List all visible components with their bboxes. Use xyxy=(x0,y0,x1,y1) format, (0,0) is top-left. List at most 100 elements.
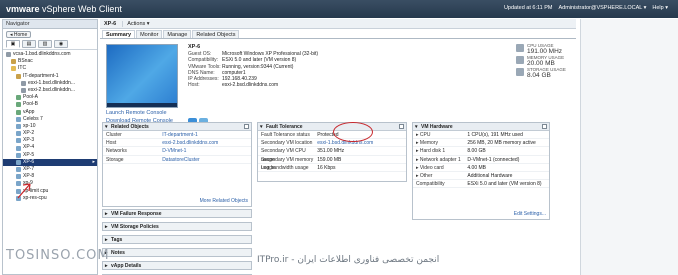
help-menu[interactable]: Help ▾ xyxy=(652,5,668,11)
annotation-circle xyxy=(333,122,373,142)
host-icon xyxy=(21,88,26,94)
tree-item-label: IT-department-1 xyxy=(23,72,59,79)
tab-monitor[interactable]: Monitor xyxy=(136,30,163,38)
property-value: Additional Hardware xyxy=(467,172,513,179)
tab-related-objects[interactable]: Related Objects xyxy=(192,30,240,38)
navigator-tab[interactable]: ▤ xyxy=(22,40,36,48)
property-key: Storage xyxy=(106,156,124,163)
vm-icon xyxy=(16,116,21,122)
navigator-title: Navigator xyxy=(3,20,97,29)
home-button[interactable]: ◂ Home xyxy=(6,30,32,38)
property-key: ▸ Hard disk 1 xyxy=(416,148,446,155)
property-row: ▸ Other Additional Hardware xyxy=(413,172,549,181)
property-value: D-VMnet-1 (connected) xyxy=(467,156,520,163)
fault-tolerance-title[interactable]: Fault Tolerance xyxy=(258,123,406,131)
tree-item-label: vApp xyxy=(23,108,35,115)
watermark-left: TOSINSO.COM xyxy=(6,248,110,263)
tree-item[interactable]: vApp xyxy=(3,109,97,116)
user-menu[interactable]: Administrator@VSPHERE.LOCAL ▾ xyxy=(558,5,646,11)
related-objects-title[interactable]: Related Objects xyxy=(103,123,251,131)
property-value[interactable]: D-VMnet-1 xyxy=(162,147,251,154)
property-value[interactable]: DatastoreCluster xyxy=(162,156,251,163)
brand-logo: vmware vSphere Web Client xyxy=(6,4,122,14)
vm-hardware-panel: VM Hardware ▸ CPU1 CPU(s), 191 MHz used▸… xyxy=(412,122,550,220)
usage-meters: CPU USAGE 191.00 MHz MEMORY USAGE 20.00 MB S… xyxy=(516,43,576,79)
property-value: ESXi 5.0 and later (VM version 8) xyxy=(467,181,542,188)
console-thumbnail[interactable] xyxy=(106,44,178,108)
tree-item-label: xp-10 xyxy=(23,122,36,129)
edit-settings-link[interactable]: Edit Settings... xyxy=(514,211,546,217)
tab-summary[interactable]: Summary xyxy=(102,30,136,38)
vsphere-web-client: vmware vSphere Web Client Updated at 6:1… xyxy=(0,0,678,275)
property-row: ▸ CPU 1 CPU(s), 191 MHz used xyxy=(413,131,549,140)
info-value: esxi-2.bsd.dlinkddns.com xyxy=(222,82,279,89)
tree-item[interactable]: IT-department-1 xyxy=(3,73,97,80)
property-row: Secondary VM CPU usage 351.00 MHz xyxy=(258,147,406,163)
property-key: ▸ CPU xyxy=(416,132,431,138)
vm-icon xyxy=(16,123,21,129)
more-related-objects-link[interactable]: More Related Objects xyxy=(200,198,248,204)
tree-item[interactable]: XP-6 ▸ xyxy=(3,158,97,166)
tree-item-label: esxi-1.bsd.dlinkddn... xyxy=(28,79,75,86)
usage-value: 8.04 GB xyxy=(527,72,551,79)
launch-console-link[interactable]: Launch Remote Console xyxy=(106,110,167,116)
tree-item[interactable]: Pool-B xyxy=(3,101,97,108)
property-value[interactable]: IT-department-1 xyxy=(162,131,251,138)
cluster-icon xyxy=(16,73,21,79)
property-value: 256 MB, 20 MB memory active xyxy=(467,140,536,147)
expand-icon[interactable] xyxy=(542,124,547,129)
expand-icon[interactable] xyxy=(399,124,404,129)
property-key: Secondary VM memory usage xyxy=(261,156,314,171)
tree-item-label: XP-4 xyxy=(23,144,35,151)
vm-icon xyxy=(16,159,21,165)
tree-item[interactable]: XP-3 xyxy=(3,137,97,144)
tree-item[interactable]: Celebs 7 xyxy=(3,116,97,123)
collapsed-panel[interactable]: VM Failure Response xyxy=(102,209,252,219)
tree-item[interactable]: esxi-1.bsd.dlinkddn... xyxy=(3,80,97,87)
tree-item[interactable]: vcsa-1.bsd.dlinkddns.com xyxy=(3,51,97,58)
property-value[interactable]: esxi-2.bsd.dlinkddns.com xyxy=(162,139,251,146)
property-key: Secondary VM location xyxy=(261,140,313,147)
navigator-tab[interactable]: ▣ xyxy=(6,40,20,48)
meter-icon xyxy=(516,56,524,64)
tree-item[interactable]: XP-2 xyxy=(3,130,97,137)
property-value: 4.00 MB xyxy=(467,164,487,171)
pool-icon xyxy=(16,109,21,115)
vm-name: XP-6 xyxy=(188,44,201,50)
usage-value: 20.00 MB xyxy=(527,60,555,67)
meter-icon xyxy=(516,44,524,52)
tree-item-label: Pool-B xyxy=(23,101,39,108)
property-key: Compatibility xyxy=(416,181,445,188)
tree-item[interactable]: ITC xyxy=(3,65,97,72)
collapsed-panel[interactable]: vApp Details xyxy=(102,261,252,271)
property-row: Compatibility ESXi 5.0 and later (VM vers… xyxy=(413,180,549,189)
tree-item[interactable]: BSnac xyxy=(3,58,97,65)
collapsed-panel[interactable]: VM Storage Policies xyxy=(102,222,252,232)
collapsed-panel[interactable]: Notes xyxy=(102,248,252,258)
property-row: Storage DatastoreCluster xyxy=(103,156,251,164)
navigator-tab[interactable]: ◉ xyxy=(54,40,68,48)
property-row: Networks D-VMnet-1 xyxy=(103,147,251,156)
vm-hardware-title[interactable]: VM Hardware xyxy=(413,123,549,131)
tree-item[interactable]: XP-4 xyxy=(3,144,97,151)
collapsed-panel[interactable]: Tags xyxy=(102,235,252,245)
tree-item[interactable]: Pool-A xyxy=(3,94,97,101)
tab-manage[interactable]: Manage xyxy=(163,30,192,38)
usage-value: 191.00 MHz xyxy=(527,48,563,55)
actions-menu[interactable]: Actions ▾ xyxy=(122,20,150,27)
property-key: ▸ Other xyxy=(416,172,433,179)
property-value: 159.00 MB xyxy=(317,156,342,163)
tree-item[interactable]: esxi-2.bsd.dlinkddn... xyxy=(3,87,97,94)
tree-item-label: BSnac xyxy=(18,58,33,65)
navigator-tabs: ▣ ▤ ▥ ◉ xyxy=(3,39,97,50)
meter-icon xyxy=(516,68,524,76)
tree-item[interactable]: xp-10 xyxy=(3,123,97,130)
navigator-tab[interactable]: ▥ xyxy=(38,40,52,48)
main-content: XP-6 Actions ▾ Summary Monitor Manage Relat… xyxy=(100,19,576,275)
property-row: ▸ Memory 256 MB, 20 MB memory active xyxy=(413,139,549,148)
tree-item[interactable]: XP-7 xyxy=(3,166,97,173)
object-bar: XP-6 Actions ▾ xyxy=(100,19,576,29)
pool-icon xyxy=(16,102,21,108)
tree-item[interactable]: XP-5 xyxy=(3,152,97,159)
expand-icon[interactable] xyxy=(244,124,249,129)
